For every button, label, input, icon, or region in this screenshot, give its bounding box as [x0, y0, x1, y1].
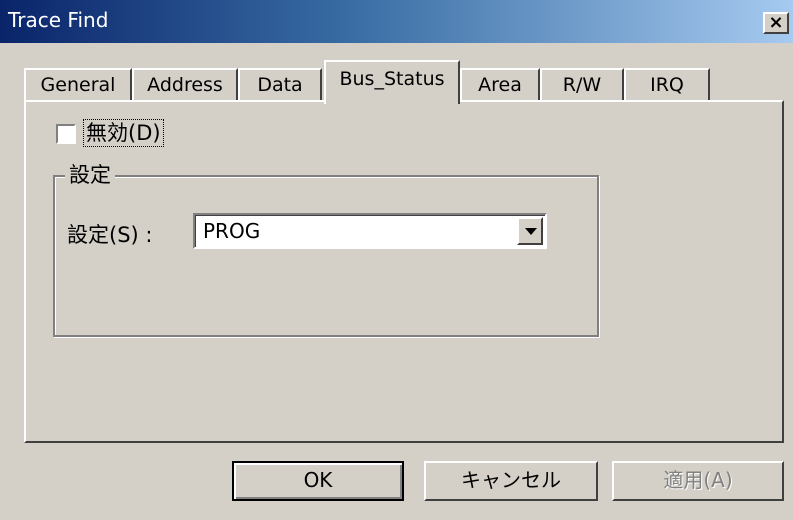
tab-irq[interactable]: IRQ: [624, 68, 710, 102]
ok-button[interactable]: OK: [232, 461, 404, 501]
close-icon: ×: [768, 12, 784, 33]
setting-label: 設定(S) :: [67, 223, 153, 247]
tab-data[interactable]: Data: [238, 68, 322, 102]
setting-combobox-value: PROG: [203, 219, 261, 243]
disable-checkbox-label[interactable]: 無効(D): [83, 119, 164, 147]
trace-find-dialog: Trace Find × General Address Data Bus_St…: [0, 0, 793, 520]
settings-groupbox: 設定 設定(S) : PROG: [53, 161, 599, 337]
tab-bus-status[interactable]: Bus_Status: [324, 60, 460, 104]
tab-rw[interactable]: R/W: [540, 68, 624, 102]
apply-button[interactable]: 適用(A): [612, 461, 784, 501]
close-button[interactable]: ×: [763, 12, 789, 34]
setting-combobox[interactable]: PROG: [193, 213, 547, 249]
window-title: Trace Find: [8, 8, 109, 32]
disable-checkbox[interactable]: [56, 124, 76, 144]
combobox-dropdown-button[interactable]: [517, 217, 543, 245]
chevron-down-icon: [525, 228, 537, 235]
tab-address[interactable]: Address: [132, 68, 238, 102]
settings-group-title: 設定: [65, 161, 115, 189]
tab-area[interactable]: Area: [460, 68, 540, 102]
bus-status-panel: 無効(D) 設定 設定(S) : PROG: [24, 100, 784, 443]
tab-general[interactable]: General: [24, 68, 132, 102]
title-bar[interactable]: Trace Find ×: [0, 0, 793, 43]
cancel-button[interactable]: キャンセル: [424, 461, 598, 501]
